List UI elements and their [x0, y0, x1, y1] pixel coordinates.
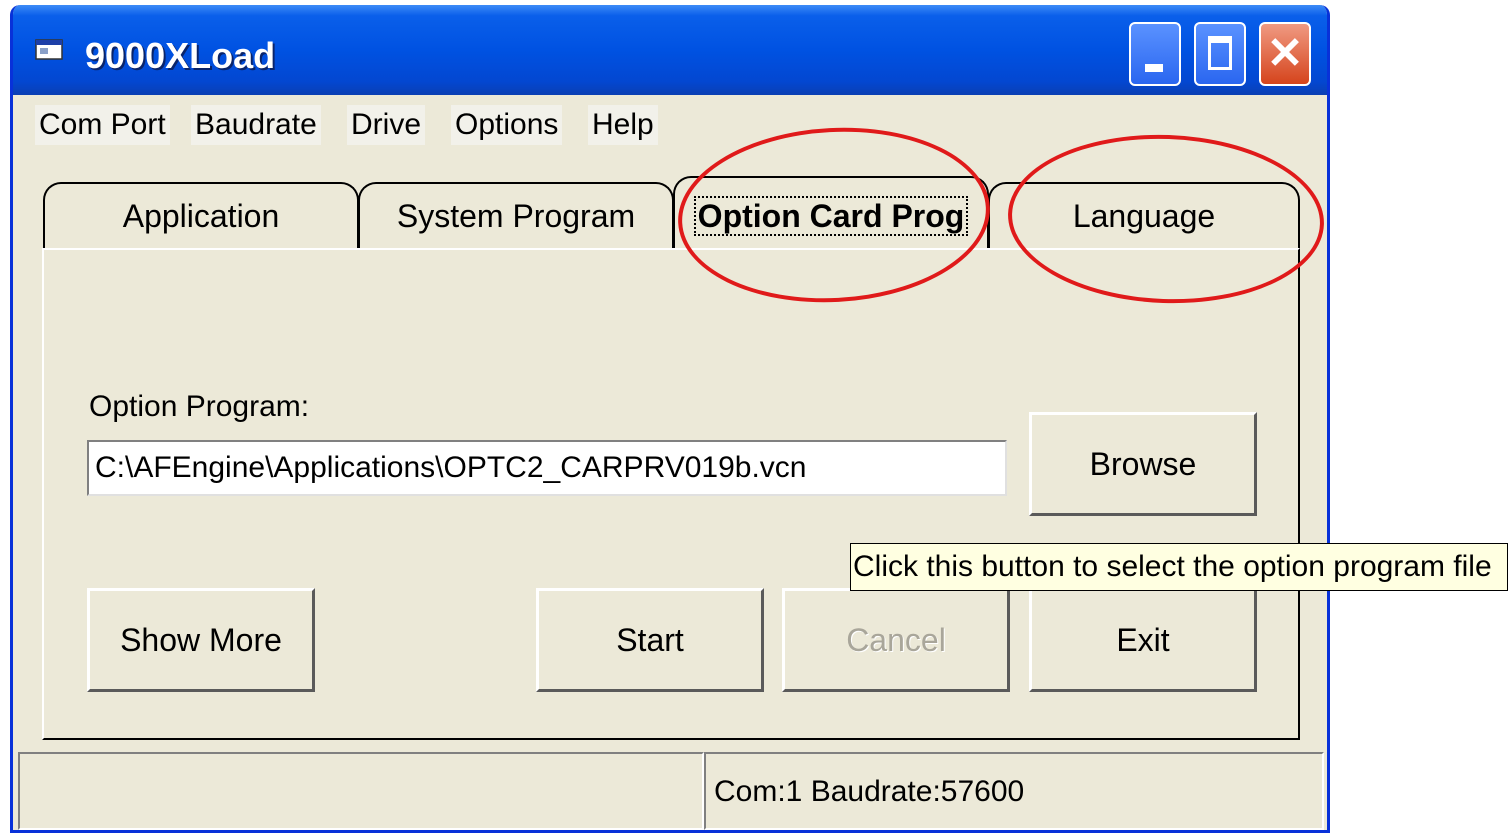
exit-button-label: Exit	[1116, 622, 1170, 658]
menu-com-port[interactable]: Com Port	[35, 105, 170, 145]
app-window-icon	[35, 39, 63, 60]
cancel-button[interactable]: Cancel	[782, 588, 1010, 692]
tab-system-program[interactable]: System Program	[358, 182, 674, 250]
option-program-label: Option Program:	[89, 390, 310, 423]
maximize-button[interactable]	[1194, 22, 1246, 86]
close-button[interactable]: ✕	[1259, 22, 1311, 86]
browse-button[interactable]: Browse	[1029, 412, 1257, 516]
status-bar: Com:1 Baudrate:57600	[10, 752, 1330, 832]
menu-options[interactable]: Options	[451, 105, 563, 145]
tab-system-program-label: System Program	[396, 198, 636, 234]
minimize-icon	[1145, 64, 1163, 72]
menu-baudrate[interactable]: Baudrate	[191, 105, 321, 145]
status-pane-left	[18, 752, 704, 830]
close-icon: ✕	[1266, 29, 1304, 78]
option-program-path-field[interactable]: C:\AFEngine\Applications\OPTC2_CARPRV019…	[87, 440, 1007, 496]
tab-application-label: Application	[122, 198, 280, 234]
menu-help[interactable]: Help	[588, 105, 658, 145]
window-title: 9000XLoad	[85, 35, 276, 76]
browse-tooltip: Click this button to select the option p…	[850, 543, 1508, 591]
show-more-button-label: Show More	[120, 622, 282, 658]
tab-application[interactable]: Application	[43, 182, 359, 250]
status-pane-connection: Com:1 Baudrate:57600	[704, 752, 1324, 830]
minimize-button[interactable]	[1129, 22, 1181, 86]
exit-button[interactable]: Exit	[1029, 588, 1257, 692]
start-button[interactable]: Start	[536, 588, 764, 692]
cancel-button-label: Cancel	[846, 622, 946, 658]
menu-drive[interactable]: Drive	[347, 105, 426, 145]
start-button-label: Start	[616, 622, 684, 658]
browse-button-label: Browse	[1089, 446, 1197, 482]
title-bar[interactable]: 9000XLoad ✕	[13, 5, 1327, 95]
maximize-icon	[1208, 36, 1232, 70]
show-more-button[interactable]: Show More	[87, 588, 315, 692]
